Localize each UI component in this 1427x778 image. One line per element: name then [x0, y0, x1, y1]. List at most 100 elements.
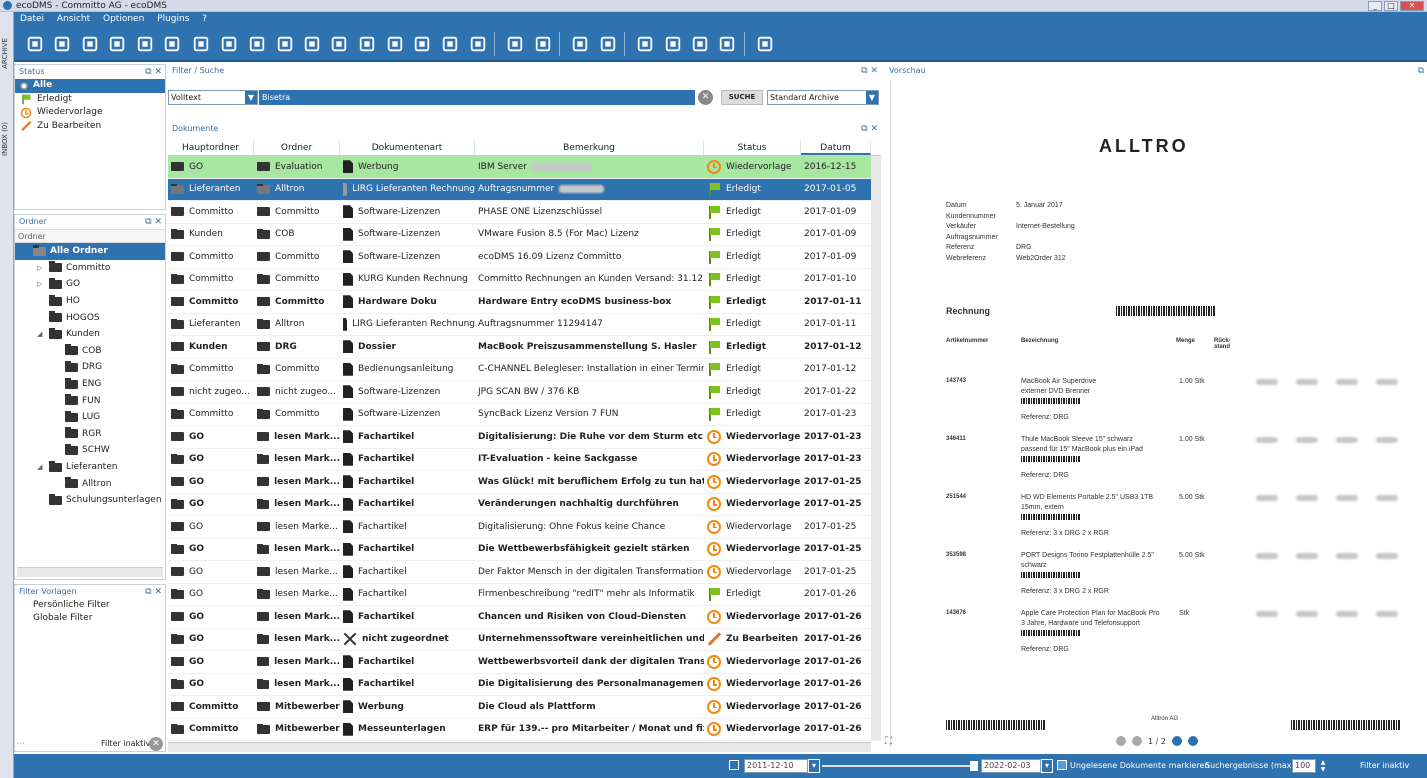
table-row[interactable]: GO lesen Mark... Fachartikel Was Glück! mit… [168, 471, 881, 494]
print-icon[interactable] [301, 33, 323, 55]
status-item[interactable]: Wiedervorlage [15, 106, 165, 120]
gear-icon[interactable] [504, 33, 526, 55]
unread-checkbox[interactable] [1057, 760, 1067, 770]
clipboard-icon[interactable] [161, 33, 183, 55]
table-row[interactable]: Kunden COB Software-Lizenzen VMware Fusion … [168, 224, 881, 246]
date-from-field[interactable]: 2011-12-10 [744, 759, 808, 773]
table-row[interactable]: GO lesen Mark... Fachartikel IT-Evaluation … [168, 449, 881, 471]
search-icon[interactable] [439, 33, 461, 55]
table-row[interactable]: GO lesen Mark... Fachartikel Veränderungen … [168, 494, 881, 516]
folder-item[interactable]: ◢ Kunden [15, 326, 165, 343]
panel-buttons[interactable]: ⧉ [1418, 64, 1424, 78]
table-row[interactable]: nicht zugeo... nicht zugeo... Software-Liz… [168, 381, 881, 404]
page-icon[interactable] [634, 33, 656, 55]
expand-arrow-icon[interactable]: ◢ [37, 330, 45, 338]
close-button[interactable]: ✕ [1400, 1, 1424, 11]
status-item[interactable]: Erledigt [15, 93, 165, 107]
table-row[interactable]: Committo Committo Software-Lizenzen ecoDMS … [168, 246, 881, 269]
clock-icon[interactable] [190, 33, 212, 55]
mail-icon[interactable] [106, 33, 128, 55]
table-row[interactable]: Lieferanten Alltron LIRG Lieferanten Rechn… [168, 314, 881, 336]
fullscreen-icon[interactable]: ⛶ [885, 736, 892, 747]
page-nav[interactable]: 1 / 2 [1116, 736, 1198, 746]
search-input[interactable]: Bisetra [259, 90, 695, 105]
table-row[interactable]: GO lesen Mark... nicht zugeordnet Unternehm… [168, 629, 881, 651]
clear-filter-icon[interactable]: ✕ [149, 737, 163, 751]
column-header[interactable]: Dokumentenart [340, 140, 475, 155]
table-row[interactable]: GO lesen Mark... Fachartikel Digitalisierun… [168, 426, 881, 449]
folder-item[interactable]: DRG [15, 359, 165, 376]
chevron-down-icon[interactable]: ▼ [866, 91, 878, 104]
table-row[interactable]: GO lesen Mark... Fachartikel Die Wettbewerb… [168, 539, 881, 561]
folder-item[interactable]: FUN [15, 392, 165, 409]
table-row[interactable]: GO lesen Mark... Fachartikel Wettbewerbsvor… [168, 651, 881, 674]
users-icon[interactable] [356, 33, 378, 55]
zoom-icon[interactable] [411, 33, 433, 55]
table-row[interactable]: GO lesen Mark... Fachartikel Die Digitalisi… [168, 674, 881, 696]
menu-plugins[interactable]: Plugins [157, 14, 189, 24]
documents-hscroll[interactable] [168, 742, 871, 752]
folder-item[interactable]: RGR [15, 426, 165, 443]
table-row[interactable]: GO Evaluation Werbung IBM Server Wiedervorla… [168, 156, 881, 179]
table-row[interactable]: Committo Committo Software-Lizenzen PHASE O… [168, 201, 881, 224]
chevron-down-icon[interactable]: ▾ [808, 759, 820, 773]
folder-hscroll[interactable] [17, 567, 163, 577]
date-from-checkbox[interactable] [729, 760, 739, 770]
search-doc-icon[interactable] [384, 33, 406, 55]
table-row[interactable]: Committo Committo KURG Kunden Rechnung Comm… [168, 269, 881, 291]
folder-item[interactable]: Schulungsunterlagen [15, 492, 165, 509]
folder-item[interactable]: ◢ Lieferanten [15, 459, 165, 476]
export-icon[interactable] [328, 33, 350, 55]
table-row[interactable]: GO lesen Marke... Fachartikel Digitalisieru… [168, 516, 881, 539]
search-mode-select[interactable]: Volltext ▼ [168, 90, 258, 105]
table-row[interactable]: GO lesen Marke... Fachartikel Firmenbeschre… [168, 584, 881, 606]
chevron-down-icon[interactable]: ▾ [1041, 759, 1053, 773]
menu-optionen[interactable]: Optionen [103, 14, 144, 24]
column-header[interactable]: Status [704, 140, 801, 155]
folder-item[interactable]: Alle Ordner [15, 243, 165, 260]
page3-icon[interactable] [689, 33, 711, 55]
folder-item[interactable]: ENG [15, 376, 165, 393]
panel-buttons[interactable]: ⧉ ✕ [861, 64, 878, 78]
table-row[interactable]: GO lesen Marke... Fachartikel Der Faktor Me… [168, 561, 881, 584]
maximize-button[interactable]: □ [1384, 1, 1398, 11]
screen-icon[interactable] [274, 33, 296, 55]
menu-help[interactable]: ? [202, 14, 207, 24]
panel-buttons[interactable]: ⧉ ✕ [145, 65, 162, 79]
status-item[interactable]: Zu Bearbeiten [15, 120, 165, 134]
table-row[interactable]: Committo Committo Hardware Doku Hardware En… [168, 291, 881, 314]
panel-buttons[interactable]: ⧉ ✕ [145, 585, 162, 599]
panel-buttons[interactable]: ⧉ ✕ [861, 122, 878, 136]
menu-ansicht[interactable]: Ansicht [57, 14, 90, 24]
page2-icon[interactable] [662, 33, 684, 55]
history-icon[interactable] [218, 33, 240, 55]
folder-column-header[interactable]: Ordner [15, 229, 165, 243]
slider-handle[interactable] [970, 761, 978, 771]
date-to-field[interactable]: 2022-02-03 [981, 759, 1041, 773]
last-page-icon[interactable] [1187, 736, 1198, 746]
folder-item[interactable]: LUG [15, 409, 165, 426]
template2-icon[interactable] [597, 33, 619, 55]
filter-template-search[interactable]: ... [17, 737, 97, 749]
prev-page-icon[interactable] [1132, 736, 1142, 746]
archive-select[interactable]: Standard Archive ▼ [767, 90, 879, 105]
expand-arrow-icon[interactable]: ▷ [37, 280, 45, 288]
tab-inbox[interactable]: INBOX (0) [1, 122, 9, 156]
table-row[interactable]: Committo Committo Bedienungsanleitung C-CHA… [168, 359, 881, 381]
column-header[interactable]: Ordner [254, 140, 340, 155]
folder-item[interactable]: ▷ Committo [15, 260, 165, 277]
results-stepper[interactable]: ▲ ▼ [1318, 759, 1328, 773]
column-header[interactable]: Bemerkung [475, 140, 704, 155]
table-row[interactable]: GO lesen Mark... Fachartikel Chancen und Ri… [168, 606, 881, 629]
page4-icon[interactable] [716, 33, 738, 55]
chevron-down-icon[interactable]: ▼ [245, 91, 257, 104]
tab-archive[interactable]: ARCHIVE [1, 38, 9, 69]
restore-icon[interactable] [246, 33, 268, 55]
results-input[interactable]: 100 [1292, 759, 1316, 773]
search-button[interactable]: SUCHE [721, 90, 763, 105]
folder-item[interactable]: COB [15, 343, 165, 360]
table-row[interactable]: Committo Mitbewerber Messeunterlagen ERP fü… [168, 719, 881, 741]
filter-template-personal[interactable]: Persönliche Filter [15, 599, 165, 612]
folder-item[interactable]: HOGOS [15, 309, 165, 326]
minimize-button[interactable]: _ [1368, 1, 1382, 11]
